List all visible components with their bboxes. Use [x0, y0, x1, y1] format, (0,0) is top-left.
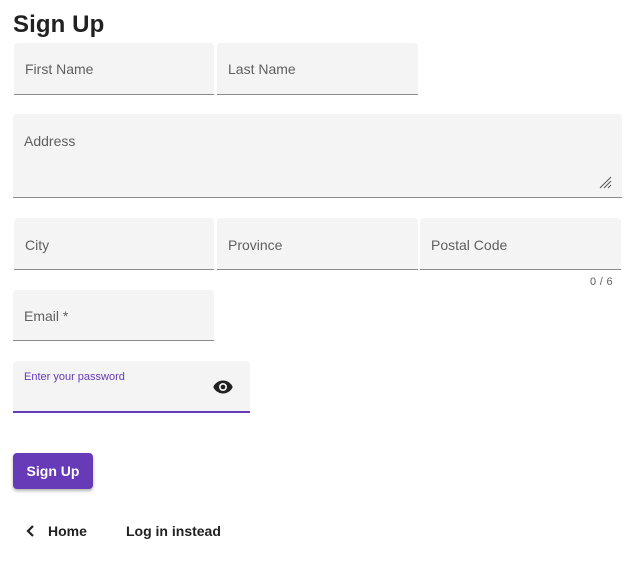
province-field[interactable]: Province: [217, 218, 418, 270]
city-label: City: [25, 237, 50, 253]
postal-code-label: Postal Code: [431, 237, 508, 253]
last-name-label: Last Name: [228, 61, 296, 77]
city-field[interactable]: City: [14, 218, 214, 270]
postal-code-field[interactable]: Postal Code: [420, 218, 621, 270]
address-label: Address: [24, 133, 76, 149]
password-label: Enter your password: [24, 371, 125, 383]
password-field[interactable]: Enter your password: [13, 361, 250, 413]
page-title: Sign Up: [13, 11, 105, 38]
first-name-label: First Name: [25, 61, 94, 77]
province-label: Province: [228, 237, 283, 253]
address-field[interactable]: Address: [13, 114, 622, 198]
resize-handle-icon[interactable]: [599, 176, 612, 189]
home-link[interactable]: Home: [24, 520, 87, 542]
first-name-field[interactable]: First Name: [14, 43, 214, 95]
chevron-left-icon: [26, 525, 34, 537]
home-link-label: Home: [48, 523, 87, 539]
sign-up-button[interactable]: Sign Up: [13, 453, 93, 489]
email-label: Email *: [24, 308, 69, 324]
eye-icon[interactable]: [213, 380, 233, 394]
login-instead-link[interactable]: Log in instead: [126, 520, 221, 542]
last-name-field[interactable]: Last Name: [217, 43, 418, 95]
postal-code-character-counter: 0 / 6: [590, 276, 613, 288]
login-instead-label: Log in instead: [126, 523, 221, 539]
email-field[interactable]: Email *: [13, 290, 214, 341]
